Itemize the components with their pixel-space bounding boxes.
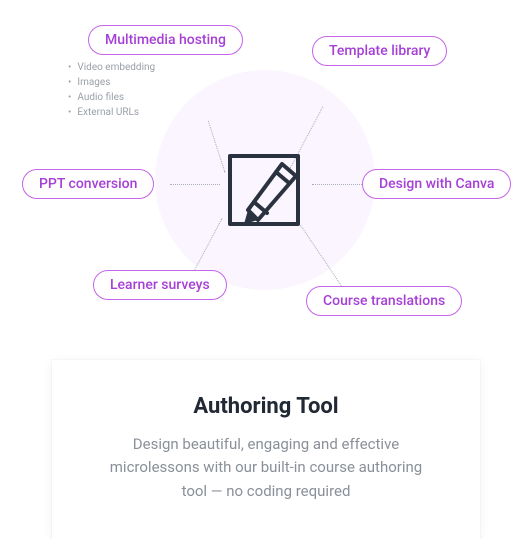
multimedia-sublist: Video embedding Images Audio files Exter… <box>68 60 155 120</box>
authoring-tool-card: Authoring Tool Design beautiful, engagin… <box>52 360 480 539</box>
sublist-item-urls: External URLs <box>68 105 155 120</box>
connector-line <box>312 184 362 185</box>
sublist-item-video: Video embedding <box>68 60 155 75</box>
card-title: Authoring Tool <box>96 394 436 419</box>
sublist-item-audio: Audio files <box>68 90 155 105</box>
sublist-item-images: Images <box>68 75 155 90</box>
connector-line <box>170 184 220 185</box>
pill-course-translations: Course translations <box>306 286 462 316</box>
feature-diagram: Multimedia hosting Video embedding Image… <box>0 0 532 330</box>
pill-multimedia-hosting: Multimedia hosting <box>88 25 243 55</box>
pencil-document-icon <box>220 146 308 234</box>
pill-template-library: Template library <box>312 36 447 66</box>
pill-learner-surveys: Learner surveys <box>93 270 227 300</box>
pill-ppt-conversion: PPT conversion <box>22 169 154 199</box>
card-description: Design beautiful, engaging and effective… <box>96 433 436 503</box>
pill-design-canva: Design with Canva <box>362 169 511 199</box>
